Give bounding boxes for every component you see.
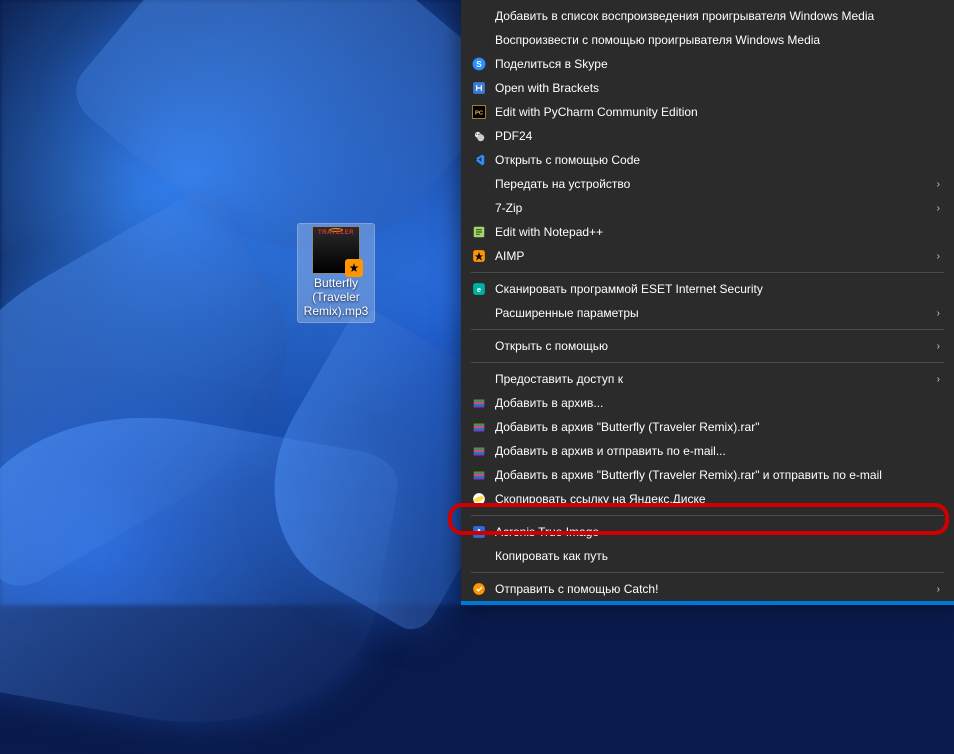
menu-item-label: Acronis True Image bbox=[495, 525, 930, 539]
blank bbox=[471, 371, 487, 387]
menu-item[interactable]: Копировать как путь bbox=[461, 544, 954, 568]
submenu-arrow-icon: › bbox=[930, 308, 940, 319]
catch-icon bbox=[471, 581, 487, 597]
menu-separator bbox=[471, 272, 944, 273]
menu-item-label: Предоставить доступ к bbox=[495, 372, 930, 386]
submenu-arrow-icon: › bbox=[930, 584, 940, 595]
menu-item-label: Воспроизвести с помощью проигрывателя Wi… bbox=[495, 33, 930, 47]
menu-item-label: Передать на устройство bbox=[495, 177, 930, 191]
menu-item[interactable]: Добавить в архив... bbox=[461, 391, 954, 415]
blank bbox=[471, 548, 487, 564]
submenu-arrow-icon: › bbox=[930, 179, 940, 190]
skype-icon: S bbox=[471, 56, 487, 72]
pdf24-icon bbox=[471, 128, 487, 144]
menu-separator bbox=[471, 572, 944, 573]
menu-item-label: 7-Zip bbox=[495, 201, 930, 215]
submenu-arrow-icon: › bbox=[930, 527, 940, 538]
blank bbox=[471, 176, 487, 192]
submenu-arrow-icon: › bbox=[930, 251, 940, 262]
thumbnail-album-text: TRAVELER bbox=[313, 230, 359, 236]
pycharm-icon: PC bbox=[471, 104, 487, 120]
menu-item[interactable]: Расширенные параметры› bbox=[461, 301, 954, 325]
vscode-icon bbox=[471, 152, 487, 168]
file-thumbnail: TRAVELER bbox=[312, 226, 360, 274]
desktop-file[interactable]: TRAVELER Butterfly (Traveler Remix).mp3 bbox=[298, 224, 374, 322]
menu-item[interactable]: Добавить в архив "Butterfly (Traveler Re… bbox=[461, 415, 954, 439]
aimp-icon bbox=[471, 248, 487, 264]
blank bbox=[471, 305, 487, 321]
aimp-overlay-icon bbox=[345, 259, 363, 277]
menu-item-label: PDF24 bbox=[495, 129, 930, 143]
menu-item-label: Поделиться в Skype bbox=[495, 57, 930, 71]
yadisk-icon bbox=[471, 491, 487, 507]
menu-item-label: Копировать как путь bbox=[495, 549, 930, 563]
menu-item-label: AIMP bbox=[495, 249, 930, 263]
menu-item-label: Добавить в архив и отправить по e-mail..… bbox=[495, 444, 930, 458]
menu-item-label: Добавить в архив... bbox=[495, 396, 930, 410]
svg-text:A: A bbox=[476, 528, 482, 537]
menu-item-label: Edit with PyCharm Community Edition bbox=[495, 105, 930, 119]
blank bbox=[471, 32, 487, 48]
context-menu: Добавить в список воспроизведения проигр… bbox=[461, 0, 954, 605]
menu-item[interactable]: Открыть с помощью› bbox=[461, 334, 954, 358]
menu-separator bbox=[471, 329, 944, 330]
svg-text:S: S bbox=[476, 60, 482, 69]
menu-item[interactable]: Добавить в архив и отправить по e-mail..… bbox=[461, 439, 954, 463]
menu-item[interactable]: Скопировать ссылку на Яндекс.Диске bbox=[461, 487, 954, 511]
menu-item[interactable]: Добавить в список воспроизведения проигр… bbox=[461, 4, 954, 28]
notepadpp-icon bbox=[471, 224, 487, 240]
menu-item-label: Добавить в архив "Butterfly (Traveler Re… bbox=[495, 468, 930, 482]
menu-separator bbox=[471, 515, 944, 516]
blank bbox=[471, 338, 487, 354]
menu-item-label: Открыть с помощью bbox=[495, 339, 930, 353]
menu-item[interactable]: PDF24 bbox=[461, 124, 954, 148]
menu-item-label: Open with Brackets bbox=[495, 81, 930, 95]
menu-item[interactable]: A Acronis True Image› bbox=[461, 520, 954, 544]
submenu-arrow-icon: › bbox=[930, 203, 940, 214]
blank bbox=[471, 8, 487, 24]
eset-icon: e bbox=[471, 281, 487, 297]
menu-item-label: Добавить в список воспроизведения проигр… bbox=[495, 9, 930, 23]
menu-item[interactable]: Предоставить доступ к› bbox=[461, 367, 954, 391]
menu-item[interactable]: Отправить с помощью Catch!› bbox=[461, 577, 954, 601]
winrar-icon bbox=[471, 419, 487, 435]
menu-item[interactable]: Open with Brackets bbox=[461, 76, 954, 100]
file-label: Butterfly (Traveler Remix).mp3 bbox=[299, 276, 373, 318]
menu-item-label: Сканировать программой ESET Internet Sec… bbox=[495, 282, 930, 296]
menu-item[interactable]: AIMP› bbox=[461, 244, 954, 268]
menu-item[interactable]: e Сканировать программой ESET Internet Se… bbox=[461, 277, 954, 301]
menu-item[interactable]: 7-Zip› bbox=[461, 196, 954, 220]
menu-separator bbox=[471, 362, 944, 363]
winrar-icon bbox=[471, 395, 487, 411]
menu-item[interactable]: S Поделиться в Skype bbox=[461, 52, 954, 76]
menu-item[interactable]: Добавить в архив "Butterfly (Traveler Re… bbox=[461, 463, 954, 487]
menu-item-label: Скопировать ссылку на Яндекс.Диске bbox=[495, 492, 930, 506]
menu-item-label: Добавить в архив "Butterfly (Traveler Re… bbox=[495, 420, 930, 434]
menu-item-label: Открыть с помощью Code bbox=[495, 153, 930, 167]
submenu-arrow-icon: › bbox=[930, 374, 940, 385]
menu-item[interactable]: Edit with Notepad++ bbox=[461, 220, 954, 244]
svg-text:PC: PC bbox=[475, 110, 484, 116]
menu-item-label: Расширенные параметры bbox=[495, 306, 930, 320]
brackets-icon bbox=[471, 80, 487, 96]
menu-item[interactable]: PC Edit with PyCharm Community Edition bbox=[461, 100, 954, 124]
menu-item-label: Edit with Notepad++ bbox=[495, 225, 930, 239]
winrar-icon bbox=[471, 443, 487, 459]
menu-item[interactable]: Воспроизвести с помощью проигрывателя Wi… bbox=[461, 28, 954, 52]
blank bbox=[471, 200, 487, 216]
menu-item[interactable]: Скопировать в облако bbox=[461, 601, 954, 605]
menu-item[interactable]: Открыть с помощью Code bbox=[461, 148, 954, 172]
winrar-icon bbox=[471, 467, 487, 483]
submenu-arrow-icon: › bbox=[930, 341, 940, 352]
menu-item[interactable]: Передать на устройство› bbox=[461, 172, 954, 196]
acronis-icon: A bbox=[471, 524, 487, 540]
svg-text:e: e bbox=[477, 285, 481, 294]
menu-item-label: Отправить с помощью Catch! bbox=[495, 582, 930, 596]
